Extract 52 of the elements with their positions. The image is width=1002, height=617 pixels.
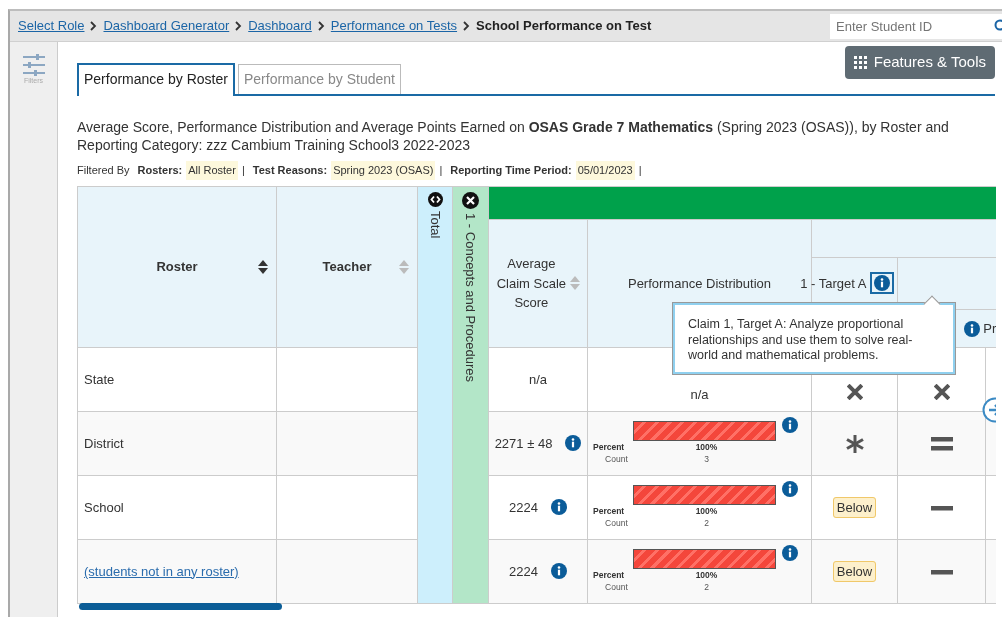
claim-label: 1 - Concepts and Procedures: [462, 212, 480, 382]
target-header: 1 - Target A: [800, 274, 867, 293]
count-label: Count: [604, 517, 629, 531]
percent-label: Percent: [593, 504, 626, 518]
count-value: 2: [703, 517, 710, 531]
roster-link[interactable]: (students not in any roster): [84, 563, 239, 579]
filter-value: Spring 2023 (OSAS): [331, 161, 436, 180]
average-score: 2224: [509, 562, 538, 581]
report-title: Average Score, Performance Distribution and Average Points Earned on OSAS Grade 7 Mathematics (Spring 2023 (OSAS)), by Roster and Reporting Category: zzz Cambium Training School3 2022-2023: [77, 118, 950, 155]
count-value: 2: [703, 581, 710, 595]
percent-label: Percent: [593, 568, 626, 582]
percent-value: 100%: [694, 568, 719, 582]
tooltip-text: Claim 1, Target A: Analyze proportional relationships and use them to solve real-world and mathematical problems.: [688, 316, 913, 363]
tab[interactable]: Performance by Roster: [77, 63, 235, 96]
filter-value: 05/01/2023: [575, 161, 635, 180]
breadcrumb-current: School Performance on Test: [476, 17, 652, 36]
filter-value: All Roster: [186, 161, 238, 180]
column-header: Roster: [156, 258, 198, 277]
percent-label: Percent: [593, 440, 626, 454]
filter-name: Reporting Time Period:: [450, 163, 572, 179]
features-tools-button[interactable]: Features & Tools: [844, 46, 995, 79]
roster-name: School: [84, 499, 124, 515]
roster-name: District: [84, 435, 124, 451]
student-id-field[interactable]: Enter Student ID: [830, 13, 1002, 39]
average-score: n/a: [528, 370, 548, 389]
tab[interactable]: Performance by Student: [237, 64, 401, 94]
filter-name: Test Reasons:: [252, 163, 328, 179]
filter-name: Rosters:: [137, 163, 183, 179]
target-header: Pr: [983, 319, 996, 338]
column-header: Performance Distribution: [627, 275, 772, 291]
separator: |: [241, 163, 245, 179]
average-score: 2271 ± 48: [494, 434, 553, 453]
breadcrumb-link[interactable]: Performance on Tests: [330, 16, 458, 36]
breadcrumb-link[interactable]: Select Role: [18, 16, 85, 36]
percent-value: 100%: [694, 440, 719, 454]
count-label: Count: [604, 581, 629, 595]
average-score: 2224: [509, 498, 538, 517]
count-label: Count: [604, 453, 629, 467]
count-value: 3: [703, 453, 710, 467]
performance-badge: Below: [832, 560, 877, 582]
breadcrumb-link[interactable]: Dashboard: [248, 16, 312, 36]
performance-badge: Below: [832, 496, 877, 518]
column-header: Teacher: [322, 258, 372, 277]
roster-name: State: [84, 371, 115, 387]
percent-value: 100%: [694, 504, 719, 518]
breadcrumb-link[interactable]: Dashboard Generator: [103, 16, 230, 36]
separator: |: [638, 163, 642, 179]
claim-label: Total: [426, 210, 444, 239]
separator: |: [439, 163, 443, 179]
distribution-text: n/a: [690, 385, 709, 404]
column-header: Average Claim Scale Score: [496, 255, 567, 313]
filter-label: Filtered By: [77, 163, 130, 179]
